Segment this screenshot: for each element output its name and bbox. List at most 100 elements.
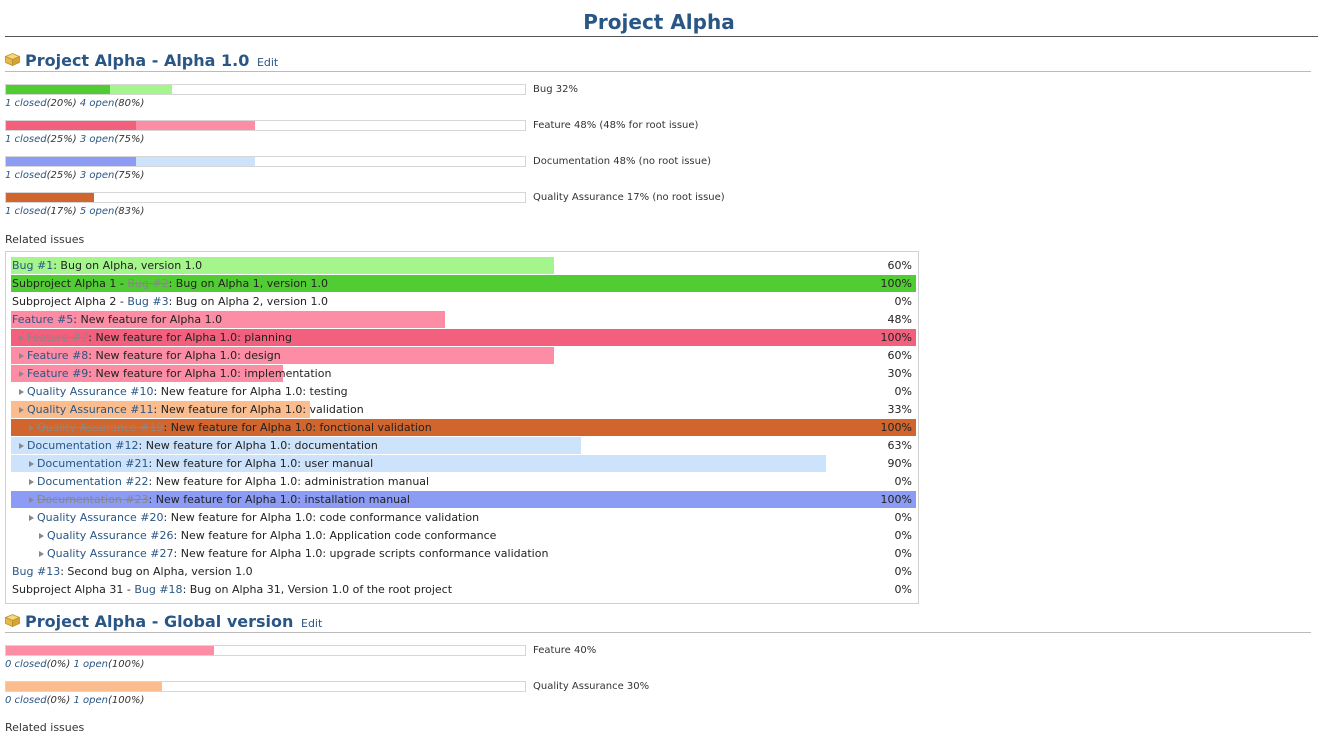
- closed-issues-link[interactable]: 1 closed: [5, 170, 47, 181]
- issue-link[interactable]: Bug #13: [12, 565, 60, 578]
- version-link[interactable]: Project Alpha - Alpha 1.0: [25, 51, 249, 70]
- issue-link[interactable]: Documentation #22: [37, 475, 149, 488]
- issue-link[interactable]: Bug #18: [134, 583, 182, 596]
- open-issues-link[interactable]: 5 open: [80, 206, 115, 217]
- issue-done-percent: 63%: [887, 439, 912, 452]
- tracker-progress-label: Bug 32%: [533, 84, 578, 95]
- edit-version-link[interactable]: Edit: [301, 617, 322, 630]
- issue-row: Quality Assurance #26: New feature for A…: [11, 527, 916, 544]
- issue-subject: : New feature for Alpha 1.0: administrat…: [148, 475, 430, 488]
- open-issues-link[interactable]: 3 open: [80, 134, 115, 145]
- expand-arrow-icon[interactable]: [29, 497, 34, 503]
- open-issues-link[interactable]: 1 open: [74, 695, 109, 706]
- issue-link[interactable]: Feature #5: [12, 313, 73, 326]
- expand-arrow-icon[interactable]: [19, 353, 24, 359]
- expand-arrow-icon[interactable]: [29, 479, 34, 485]
- issue-subject: : Bug on Alpha 1, version 1.0: [168, 277, 329, 290]
- issue-link[interactable]: Documentation #12: [27, 439, 139, 452]
- issue-row: Bug #13: Second bug on Alpha, version 1.…: [11, 563, 916, 580]
- progress-closed-fill: [6, 193, 94, 202]
- issue-row: Subproject Alpha 2 - Bug #3: Bug on Alph…: [11, 293, 916, 310]
- issue-row: Feature #9: New feature for Alpha 1.0: i…: [11, 365, 916, 382]
- closed-percent: (25%): [46, 170, 77, 181]
- expand-arrow-icon[interactable]: [19, 335, 24, 341]
- tracker-stats: 1 closed(25%) 3 open(75%): [5, 170, 144, 181]
- issue-done-percent: 100%: [880, 277, 912, 290]
- issue-text: Documentation #23: New feature for Alpha…: [37, 493, 410, 506]
- issue-link[interactable]: Quality Assurance #10: [27, 385, 154, 398]
- issue-done-percent: 0%: [894, 529, 912, 542]
- issue-row: Quality Assurance #20: New feature for A…: [11, 509, 916, 526]
- issue-link[interactable]: Documentation #21: [37, 457, 149, 470]
- issue-link[interactable]: Feature #9: [27, 367, 88, 380]
- issue-text: Feature #8: New feature for Alpha 1.0: d…: [27, 349, 281, 362]
- closed-percent: (17%): [46, 206, 77, 217]
- issue-subject: : New feature for Alpha 1.0: testing: [153, 385, 348, 398]
- issue-done-percent: 0%: [894, 547, 912, 560]
- open-issues-link[interactable]: 1 open: [74, 659, 109, 670]
- issue-link[interactable]: Bug #1: [12, 259, 53, 272]
- expand-arrow-icon[interactable]: [19, 389, 24, 395]
- tracker-progress-label: Documentation 48% (no root issue): [533, 156, 712, 167]
- progress-closed-fill: [6, 85, 110, 94]
- tracker-progress-label: Feature 40%: [533, 645, 597, 656]
- tracker-stats: 1 closed(17%) 5 open(83%): [5, 206, 144, 217]
- issue-subject: : New feature for Alpha 1.0: fonctional …: [163, 421, 432, 434]
- issue-subject: : New feature for Alpha 1.0: upgrade scr…: [173, 547, 549, 560]
- issue-link[interactable]: Quality Assurance #27: [47, 547, 174, 560]
- issue-subject: : New feature for Alpha 1.0: documentati…: [138, 439, 378, 452]
- expand-arrow-icon[interactable]: [29, 425, 34, 431]
- expand-arrow-icon[interactable]: [19, 371, 24, 377]
- issue-subject: : New feature for Alpha 1.0: [73, 313, 223, 326]
- expand-arrow-icon[interactable]: [19, 443, 24, 449]
- expand-arrow-icon[interactable]: [19, 407, 24, 413]
- open-issues-link[interactable]: 3 open: [80, 170, 115, 181]
- issue-link[interactable]: Quality Assurance #26: [47, 529, 174, 542]
- progress-done-fill: [6, 682, 162, 691]
- issue-subject: : New feature for Alpha 1.0: installatio…: [148, 493, 410, 506]
- closed-issues-link[interactable]: 0 closed: [5, 659, 47, 670]
- issue-row: Feature #5: New feature for Alpha 1.0 48%: [11, 311, 916, 328]
- related-issues-label: Related issues: [5, 233, 85, 246]
- version-link[interactable]: Project Alpha - Global version: [25, 612, 293, 631]
- version-header: Project Alpha - Global version Edit: [5, 612, 1311, 633]
- issue-row: Quality Assurance #27: New feature for A…: [11, 545, 916, 562]
- expand-arrow-icon[interactable]: [39, 551, 44, 557]
- expand-arrow-icon[interactable]: [39, 533, 44, 539]
- tracker-progress-label: Quality Assurance 17% (no root issue): [533, 192, 725, 203]
- issue-text: Subproject Alpha 1 - Bug #2: Bug on Alph…: [12, 277, 328, 290]
- issue-text: Subproject Alpha 2 - Bug #3: Bug on Alph…: [12, 295, 328, 308]
- edit-version-link[interactable]: Edit: [257, 56, 278, 69]
- open-issues-link[interactable]: 4 open: [80, 98, 115, 109]
- expand-arrow-icon[interactable]: [29, 515, 34, 521]
- version-header: Project Alpha - Alpha 1.0 Edit: [5, 51, 1311, 72]
- issue-link[interactable]: Bug #3: [127, 295, 168, 308]
- issue-done-percent: 0%: [894, 583, 912, 596]
- issue-row: Quality Assurance #19: New feature for A…: [11, 419, 916, 436]
- issue-link[interactable]: Documentation #23: [37, 493, 149, 506]
- issue-link[interactable]: Quality Assurance #11: [27, 403, 154, 416]
- issue-text: Documentation #12: New feature for Alpha…: [27, 439, 378, 452]
- issue-row: Documentation #21: New feature for Alpha…: [11, 455, 916, 472]
- issue-subject: : Second bug on Alpha, version 1.0: [60, 565, 253, 578]
- closed-issues-link[interactable]: 1 closed: [5, 98, 47, 109]
- issue-link[interactable]: Quality Assurance #20: [37, 511, 164, 524]
- issue-project-prefix: Subproject Alpha 1 -: [12, 277, 128, 290]
- issue-link[interactable]: Feature #7: [27, 331, 88, 344]
- issue-text: Documentation #21: New feature for Alpha…: [37, 457, 373, 470]
- closed-issues-link[interactable]: 0 closed: [5, 695, 47, 706]
- expand-arrow-icon[interactable]: [29, 461, 34, 467]
- issue-row: Documentation #23: New feature for Alpha…: [11, 491, 916, 508]
- issue-done-percent: 60%: [887, 349, 912, 362]
- issue-row: Subproject Alpha 1 - Bug #2: Bug on Alph…: [11, 275, 916, 292]
- issue-link[interactable]: Bug #2: [127, 277, 168, 290]
- issue-text: Bug #1: Bug on Alpha, version 1.0: [12, 259, 202, 272]
- progress-closed-fill: [6, 157, 136, 166]
- issue-link[interactable]: Feature #8: [27, 349, 88, 362]
- issue-done-percent: 100%: [880, 331, 912, 344]
- closed-issues-link[interactable]: 1 closed: [5, 206, 47, 217]
- issue-done-percent: 100%: [880, 421, 912, 434]
- issue-text: Documentation #22: New feature for Alpha…: [37, 475, 429, 488]
- issue-link[interactable]: Quality Assurance #19: [37, 421, 164, 434]
- closed-issues-link[interactable]: 1 closed: [5, 134, 47, 145]
